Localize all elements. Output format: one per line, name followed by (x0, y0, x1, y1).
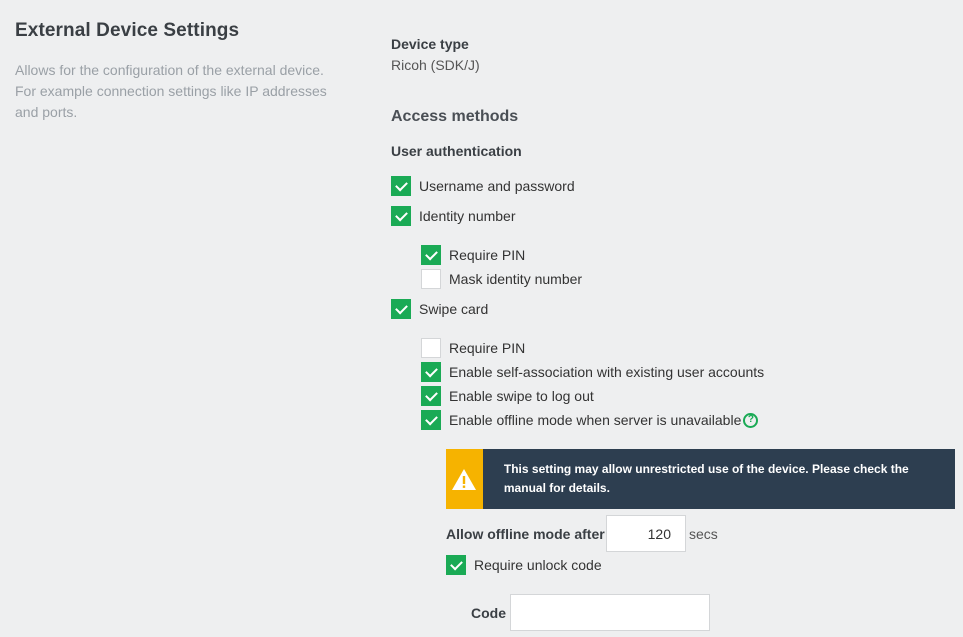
offline-warning-alert: This setting may allow unrestricted use … (446, 449, 955, 509)
swipe-card-label: Swipe card (419, 301, 489, 317)
page-description: Allows for the configuration of the exte… (15, 62, 327, 120)
code-label: Code (471, 605, 506, 621)
require-unlock-label: Require unlock code (474, 557, 602, 573)
user-auth-label: User authentication (391, 143, 522, 159)
settings-intro: External Device Settings Allows for the … (15, 20, 345, 123)
identity-require-pin-option[interactable]: Require PIN (421, 245, 525, 265)
username-password-checkbox[interactable] (391, 176, 411, 196)
username-password-label: Username and password (419, 178, 575, 194)
swipe-require-pin-option[interactable]: Require PIN (421, 338, 525, 358)
page-title: External Device Settings (15, 20, 240, 41)
swipe-logout-option[interactable]: Enable swipe to log out (421, 386, 594, 406)
identity-number-label: Identity number (419, 208, 516, 224)
swipe-require-pin-label: Require PIN (449, 340, 526, 356)
offline-after-input[interactable] (606, 515, 686, 552)
swipe-logout-label: Enable swipe to log out (449, 388, 594, 404)
warning-triangle-icon (452, 468, 477, 490)
mask-identity-number-option[interactable]: Mask identity number (421, 269, 582, 289)
identity-number-option[interactable]: Identity number (391, 206, 516, 226)
question-circle-icon[interactable]: ? (743, 412, 759, 428)
self-association-checkbox[interactable] (421, 362, 441, 382)
offline-mode-label: Enable offline mode when server is unava… (449, 412, 742, 428)
settings-form: Device type Ricoh (SDK/J) Access methods… (391, 0, 963, 637)
device-type-value: Ricoh (SDK/J) (391, 57, 480, 73)
require-unlock-checkbox[interactable] (446, 555, 466, 575)
swipe-card-checkbox[interactable] (391, 299, 411, 319)
offline-mode-option[interactable]: Enable offline mode when server is unava… (421, 410, 759, 430)
username-password-option[interactable]: Username and password (391, 176, 575, 196)
warning-text: This setting may allow unrestricted use … (503, 462, 909, 495)
self-association-label: Enable self-association with existing us… (449, 364, 765, 380)
external-device-settings-page: External Device Settings Allows for the … (0, 0, 963, 637)
warning-icon-box (446, 449, 483, 509)
swipe-require-pin-checkbox[interactable] (421, 338, 441, 358)
mask-identity-number-label: Mask identity number (449, 271, 583, 287)
identity-require-pin-label: Require PIN (449, 247, 526, 263)
device-type-label: Device type (391, 36, 469, 52)
self-association-option[interactable]: Enable self-association with existing us… (421, 362, 764, 382)
identity-number-checkbox[interactable] (391, 206, 411, 226)
access-methods-title: Access methods (391, 108, 519, 125)
offline-mode-checkbox[interactable] (421, 410, 441, 430)
offline-after-unit: secs (689, 526, 718, 542)
identity-require-pin-checkbox[interactable] (421, 245, 441, 265)
code-input[interactable] (510, 594, 710, 631)
require-unlock-option[interactable]: Require unlock code (446, 555, 602, 575)
swipe-logout-checkbox[interactable] (421, 386, 441, 406)
mask-identity-number-checkbox[interactable] (421, 269, 441, 289)
offline-after-label: Allow offline mode after (446, 526, 605, 542)
swipe-card-option[interactable]: Swipe card (391, 299, 488, 319)
